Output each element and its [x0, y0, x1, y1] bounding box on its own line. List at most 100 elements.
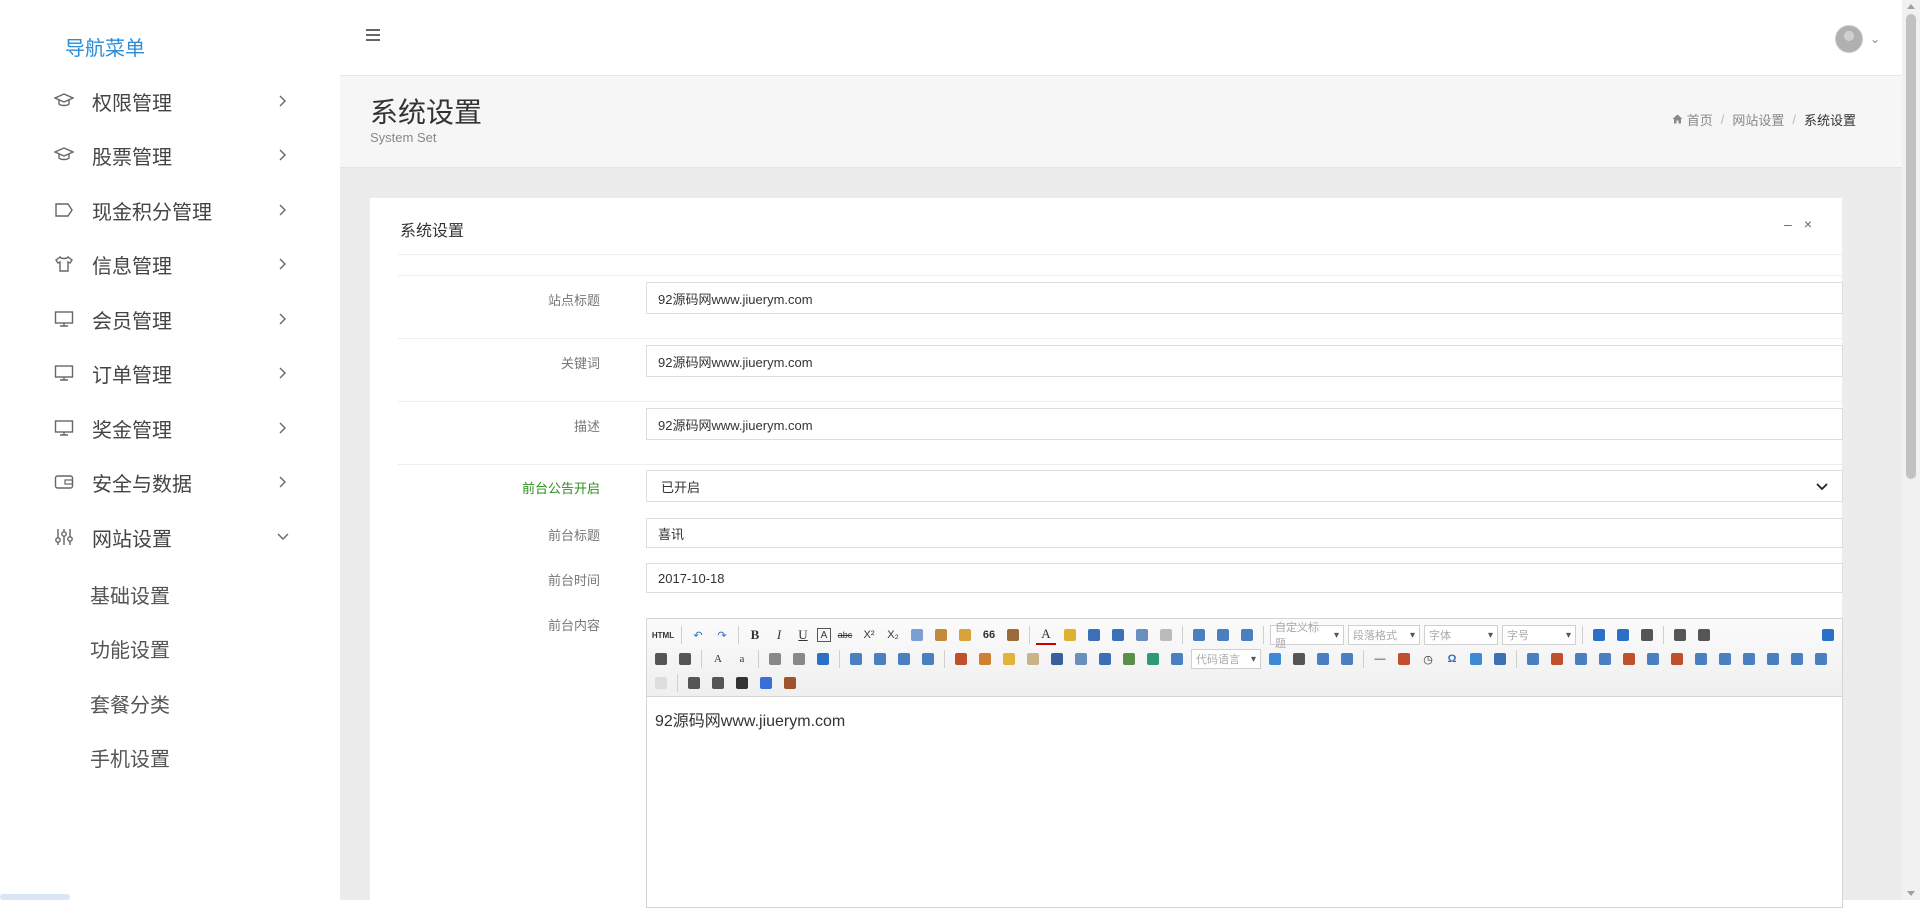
delete-row-icon[interactable]	[1619, 649, 1639, 669]
map-icon[interactable]	[1143, 649, 1163, 669]
superscript-button[interactable]: X²	[859, 625, 879, 645]
breadcrumb-section[interactable]: 网站设置	[1732, 110, 1784, 129]
align-right-icon[interactable]	[651, 649, 671, 669]
charts-icon[interactable]	[651, 673, 671, 693]
insert-frame-icon[interactable]	[1119, 649, 1139, 669]
simple-upload-icon[interactable]	[951, 649, 971, 669]
date-icon[interactable]	[1394, 649, 1414, 669]
background-color-icon[interactable]	[1060, 625, 1080, 645]
editor-content[interactable]: 92源码网www.jiuerym.com	[647, 697, 1842, 741]
strikethrough-button[interactable]: abc	[835, 625, 855, 645]
image-center-icon[interactable]	[918, 649, 938, 669]
emotion-icon[interactable]	[999, 649, 1019, 669]
unlink-icon[interactable]	[789, 649, 809, 669]
subscript-button[interactable]: X₂	[883, 625, 903, 645]
keywords-input[interactable]: 92源码网www.jiuerym.com	[646, 345, 1843, 377]
unordered-list-icon[interactable]	[1108, 625, 1128, 645]
preview-icon[interactable]	[708, 673, 728, 693]
scrollbar-thumb[interactable]	[1906, 14, 1916, 479]
search-replace-icon[interactable]	[1466, 649, 1486, 669]
underline-button[interactable]: U	[793, 625, 813, 645]
hamburger-icon[interactable]	[366, 29, 380, 41]
word-image-icon[interactable]	[1337, 649, 1357, 669]
align-justify-icon[interactable]	[675, 649, 695, 669]
sidebar-item-security-data[interactable]: 安全与数据	[0, 455, 340, 509]
tolowercase-icon[interactable]: a	[732, 649, 752, 669]
anchor-icon[interactable]	[813, 649, 833, 669]
sidebar-item-site-settings[interactable]: 网站设置	[0, 510, 340, 564]
touppercase-icon[interactable]: A	[708, 649, 728, 669]
font-border-icon[interactable]: A	[817, 628, 831, 642]
redo-icon[interactable]: ↷	[712, 625, 732, 645]
image-none-icon[interactable]	[846, 649, 866, 669]
sidebar-item-members[interactable]: 会员管理	[0, 292, 340, 346]
line-height-icon[interactable]	[1237, 625, 1257, 645]
format-brush-icon[interactable]	[931, 625, 951, 645]
insert-code-icon[interactable]	[1167, 649, 1187, 669]
custom-title-select[interactable]: 自定义标题	[1270, 622, 1344, 650]
sidebar-item-stocks[interactable]: 股票管理	[0, 128, 340, 182]
sidebar-item-info[interactable]: 信息管理	[0, 237, 340, 291]
delete-table-icon[interactable]	[1547, 649, 1567, 669]
sidebar-subitem-package-category[interactable]: 套餐分类	[90, 689, 170, 718]
row-spacing-top-icon[interactable]	[1189, 625, 1209, 645]
blockquote-button[interactable]: 66	[979, 625, 999, 645]
sidebar-subitem-basic-settings[interactable]: 基础设置	[90, 580, 170, 609]
breadcrumb-home[interactable]: 首页	[1672, 110, 1713, 129]
insert-video-icon[interactable]	[1047, 649, 1067, 669]
notice-title-input[interactable]: 喜讯	[646, 518, 1843, 548]
drafts-icon[interactable]	[780, 673, 800, 693]
clear-doc-icon[interactable]	[1156, 625, 1176, 645]
image-right-icon[interactable]	[894, 649, 914, 669]
paste-plain-icon[interactable]	[1003, 625, 1023, 645]
select-all-icon[interactable]	[1132, 625, 1152, 645]
split-to-rows-icon[interactable]	[1787, 649, 1807, 669]
sidebar-scrollbar[interactable]	[0, 894, 70, 900]
image-left-icon[interactable]	[870, 649, 890, 669]
notice-time-input[interactable]: 2017-10-18	[646, 563, 1843, 593]
page-break-icon[interactable]	[1265, 649, 1285, 669]
special-chars-button[interactable]: Ω	[1442, 649, 1462, 669]
merge-right-icon[interactable]	[1715, 649, 1735, 669]
auto-format-icon[interactable]	[955, 625, 975, 645]
font-color-button[interactable]: A	[1036, 625, 1056, 645]
bold-button[interactable]: B	[745, 625, 765, 645]
snapshot-icon[interactable]	[1490, 649, 1510, 669]
chevron-down-icon[interactable]: ⌄	[1870, 32, 1880, 46]
horizontal-rule-icon[interactable]: —	[1370, 649, 1390, 669]
music-icon[interactable]	[1071, 649, 1091, 669]
html-source-button[interactable]: HTML	[651, 625, 675, 645]
font-size-select[interactable]: 字号	[1502, 625, 1576, 645]
notice-enabled-select[interactable]: 已开启	[646, 470, 1843, 502]
time-icon[interactable]: ◷	[1418, 649, 1438, 669]
insert-row-icon[interactable]	[1595, 649, 1615, 669]
italic-button[interactable]: I	[769, 625, 789, 645]
minimize-icon[interactable]: –	[1784, 216, 1792, 232]
split-to-cells-icon[interactable]	[1763, 649, 1783, 669]
delete-col-icon[interactable]	[1667, 649, 1687, 669]
ltr-direction-icon[interactable]	[1589, 625, 1609, 645]
align-left-icon[interactable]	[1670, 625, 1690, 645]
fullscreen-icon[interactable]	[1818, 625, 1838, 645]
rtl-direction-icon[interactable]	[1613, 625, 1633, 645]
sidebar-subitem-function-settings[interactable]: 功能设置	[90, 634, 170, 663]
sidebar-item-orders[interactable]: 订单管理	[0, 346, 340, 400]
font-family-select[interactable]: 字体	[1424, 625, 1498, 645]
attachment-icon[interactable]	[1095, 649, 1115, 669]
insert-col-icon[interactable]	[1643, 649, 1663, 669]
ordered-list-icon[interactable]	[1084, 625, 1104, 645]
eraser-icon[interactable]	[907, 625, 927, 645]
insert-paragraph-before-table-icon[interactable]	[1571, 649, 1591, 669]
help-icon[interactable]	[756, 673, 776, 693]
row-spacing-bottom-icon[interactable]	[1213, 625, 1233, 645]
merge-cells-icon[interactable]	[1691, 649, 1711, 669]
link-icon[interactable]	[765, 649, 785, 669]
sidebar-item-permissions[interactable]: 权限管理	[0, 74, 340, 128]
search-replace-binoculars-icon[interactable]	[732, 673, 752, 693]
align-center-icon[interactable]	[1694, 625, 1714, 645]
merge-down-icon[interactable]	[1739, 649, 1759, 669]
indent-icon[interactable]	[1637, 625, 1657, 645]
sidebar-item-cash-points[interactable]: 现金积分管理	[0, 183, 340, 237]
code-language-select[interactable]: 代码语言	[1191, 649, 1261, 669]
user-avatar-icon[interactable]	[1835, 25, 1863, 53]
